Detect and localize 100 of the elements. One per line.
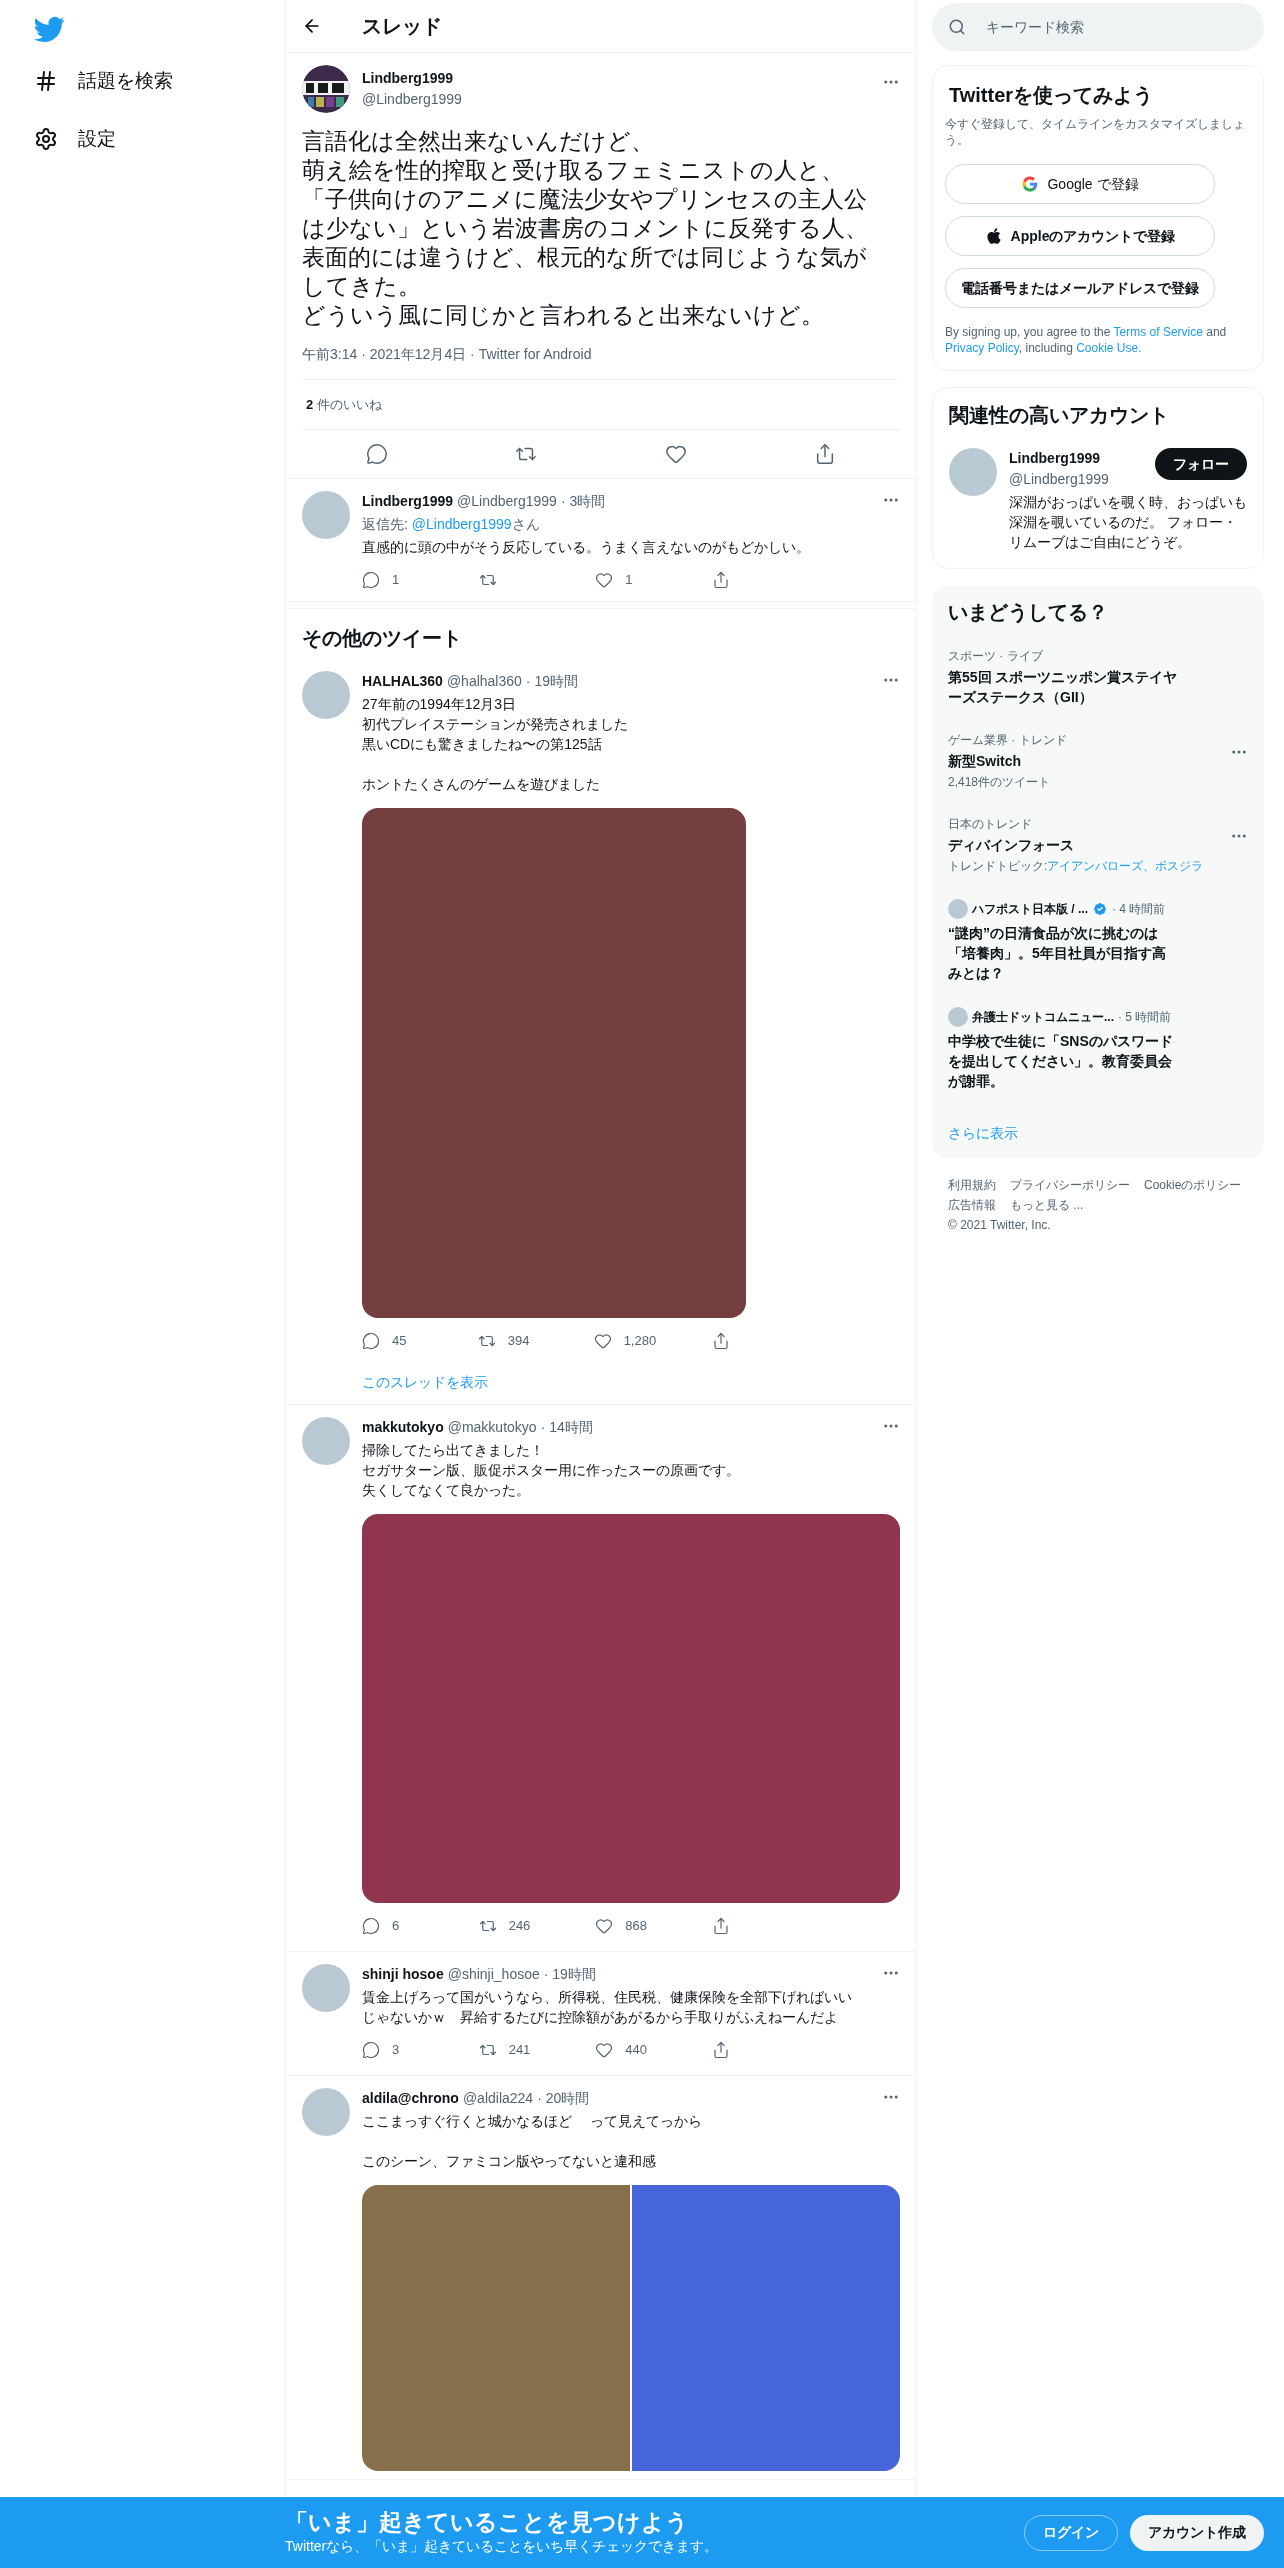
banner-title: 「いま」起きていることを見つけよう: [285, 2508, 690, 2536]
signup-button[interactable]: アカウント作成: [1130, 2514, 1264, 2551]
like-button[interactable]: 1,280: [593, 1331, 657, 1351]
reply-button[interactable]: [365, 443, 388, 465]
legal-text: By signing up, you agree to the Terms of Service and Privacy Policy, including Cookie Use.: [945, 324, 1228, 356]
card-subtitle: 今すぐ登録して、タイムラインをカスタマイズしましょう。: [945, 116, 1246, 148]
trend-title[interactable]: 第55回 スポーツニッポン賞ステイヤーズステークス（GII）: [948, 667, 1188, 707]
like-button[interactable]: [664, 443, 687, 465]
trend-title[interactable]: 新型Switch: [948, 751, 1067, 771]
heart-icon: [595, 571, 614, 589]
banner-subtitle: Twitterなら、「いま」起きていることをいち早くチェックできます。: [285, 2537, 720, 2556]
reply-icon: [362, 1917, 380, 1935]
tweet-text-line: セガサターン版、販促ポスター用に作ったスーの原画です。: [362, 1461, 741, 1480]
g-logo-icon: [1021, 175, 1040, 193]
reply-icon: [362, 1332, 380, 1350]
like-button[interactable]: 440: [595, 2040, 656, 2060]
heart-icon: [593, 1332, 612, 1350]
user-handle[interactable]: @makkutokyo: [447, 1417, 537, 1438]
retweet-button[interactable]: 246: [478, 1916, 539, 1936]
nav-item[interactable]: 設定: [34, 117, 285, 161]
user-handle[interactable]: @shinji_hosoe: [447, 1964, 540, 1985]
apple-icon: [984, 227, 1003, 245]
user-handle[interactable]: @Lindberg1999: [1009, 469, 1109, 490]
hash-icon: [34, 69, 58, 93]
like-button[interactable]: 868: [595, 1916, 656, 1936]
tweet-time[interactable]: · 19時間: [525, 671, 578, 692]
card-title: いまどうしてる？: [948, 600, 1109, 625]
reply-icon: [362, 571, 380, 589]
tweet-time[interactable]: · 14時間: [540, 1417, 593, 1438]
tweet-text-line: ここまっすぐ行くと城かなるほど って見えてっから: [362, 2112, 703, 2131]
tweet-text-line: 掃除してたら出てきました！: [362, 1441, 545, 1460]
tweet-text-line: 「子供向けのアニメに魔法少女やプリンセスの主人公は少ない」という岩波書房のコメントに反発する人、: [302, 185, 869, 243]
display-name[interactable]: Lindberg1999: [362, 491, 454, 512]
news-headline[interactable]: 中学校で生徒に「SNSのパスワードを提出してください」。教育委員会が謝罪。: [948, 1031, 1176, 1091]
display-name[interactable]: shinji hosoe: [362, 1964, 444, 1985]
tweet-text: 直感的に頭の中がそう反応している。うまく言えないのがもどかしい。: [362, 538, 811, 557]
tweet-time[interactable]: · 20時間: [537, 2088, 590, 2109]
section-title: その他のツイート: [286, 608, 916, 659]
user-handle[interactable]: @Lindberg1999: [457, 491, 557, 512]
reply-button[interactable]: 45: [362, 1331, 422, 1351]
news-headline[interactable]: “謎肉”の日清食品が次に挑むのは「培養肉」。5年目社員が目指す高みとは？: [948, 923, 1176, 983]
reply-button[interactable]: 1: [362, 570, 422, 590]
trend-category: ゲーム業界 · トレンド: [948, 732, 1067, 749]
trend-category: 日本のトレンド: [948, 816, 1033, 833]
trend-title[interactable]: ディバインフォース: [948, 835, 1188, 855]
heart-icon: [595, 2041, 614, 2059]
display-name[interactable]: makkutokyo: [362, 1417, 444, 1438]
tweet-text-line: 萌え絵を性的搾取と受け取るフェミニストの人と、: [302, 156, 845, 185]
user-handle[interactable]: @halhal360: [446, 671, 522, 692]
tweet-text-line: どういう風に同じかと言われると出来ないけど。: [302, 301, 825, 330]
footer-link[interactable]: 広告情報: [948, 1195, 996, 1215]
tweet-text-line: このシーン、ファミコン版やってないと違和感: [362, 2152, 657, 2171]
footer-link[interactable]: 利用規約: [948, 1175, 996, 1195]
share-icon: [711, 1917, 730, 1935]
tweet-time[interactable]: · 3時間: [560, 491, 606, 512]
like-count[interactable]: 2: [306, 394, 314, 415]
reply-suffix: さん: [511, 515, 540, 534]
tweet-meta: 午前3:14 · 2021年12月4日 · Twitter for Android: [302, 344, 900, 380]
heart-icon: [595, 1917, 614, 1935]
user-handle[interactable]: @aldila224: [462, 2088, 534, 2109]
search-icon: [948, 18, 966, 36]
news-time: · 4 時間前: [1112, 901, 1166, 918]
like-button[interactable]: 1: [595, 570, 656, 590]
tweet-text-line: 失くしてなくて良かった。: [362, 1481, 531, 1500]
tweet-time[interactable]: · 19時間: [543, 1964, 596, 1985]
bird-logo-icon[interactable]: [34, 14, 65, 45]
tweet-text-line: 27年前の1994年12月3日: [362, 695, 518, 714]
likes-label[interactable]: 件のいいね: [317, 394, 383, 415]
display-name[interactable]: Lindberg1999: [362, 68, 870, 89]
card-title: 関連性の高いアカウント: [949, 403, 1170, 428]
display-name[interactable]: Lindberg1999: [1009, 448, 1109, 469]
settings-icon: [34, 127, 58, 151]
nav-item[interactable]: 話題を検索: [34, 59, 285, 103]
news-source[interactable]: 弁護士ドットコムニュー...: [972, 1008, 1114, 1026]
reply-icon: [365, 443, 388, 465]
tweet-count: 2,418件のツイート: [948, 774, 1052, 791]
reply-button[interactable]: 6: [362, 1916, 422, 1936]
news-source[interactable]: ハフポスト日本版 / ...: [972, 900, 1088, 918]
retweet-button[interactable]: 394: [477, 1331, 538, 1351]
display-name[interactable]: aldila@chrono: [362, 2088, 459, 2109]
reply-button[interactable]: 3: [362, 2040, 422, 2060]
share-icon: [711, 2041, 730, 2059]
retweet-button[interactable]: 241: [478, 2040, 539, 2060]
search-field[interactable]: キーワード検索: [932, 3, 1264, 51]
reply-label: 返信先:: [362, 515, 409, 534]
footer-link[interactable]: Cookieのポリシー: [1144, 1175, 1242, 1195]
share-icon: [712, 1332, 730, 1350]
footer-link[interactable]: プライバシーポリシー: [1010, 1175, 1130, 1195]
follow-button[interactable]: フォロー: [1155, 448, 1247, 480]
user-handle[interactable]: @Lindberg1999: [362, 89, 870, 110]
tweet-text-line: 賃金上げろって国がいうなら、所得税、住民税、健康保険を全部下げればいいじゃないかｗ 昇給するたびに控除額があがるから手取りがふえねーんだよ: [362, 1988, 853, 2027]
topics-label: トレンドトピック:: [948, 858, 1048, 875]
tweet-text-line: 初代プレイステーションが発売されました: [362, 715, 629, 734]
reply-icon: [362, 2041, 380, 2059]
news-time: · 5 時間前: [1118, 1009, 1172, 1026]
footer-link[interactable]: もっと見る ...: [1010, 1195, 1084, 1215]
copyright: © 2021 Twitter, Inc.: [948, 1217, 1052, 1234]
heart-icon: [664, 443, 687, 465]
display-name[interactable]: HALHAL360: [362, 671, 443, 692]
user-bio: 深淵がおっぱいを覗く時、おっぱいも深淵を覗いているのだ。 フォロー・リムーブはご自由にどうぞ。: [1009, 493, 1247, 552]
